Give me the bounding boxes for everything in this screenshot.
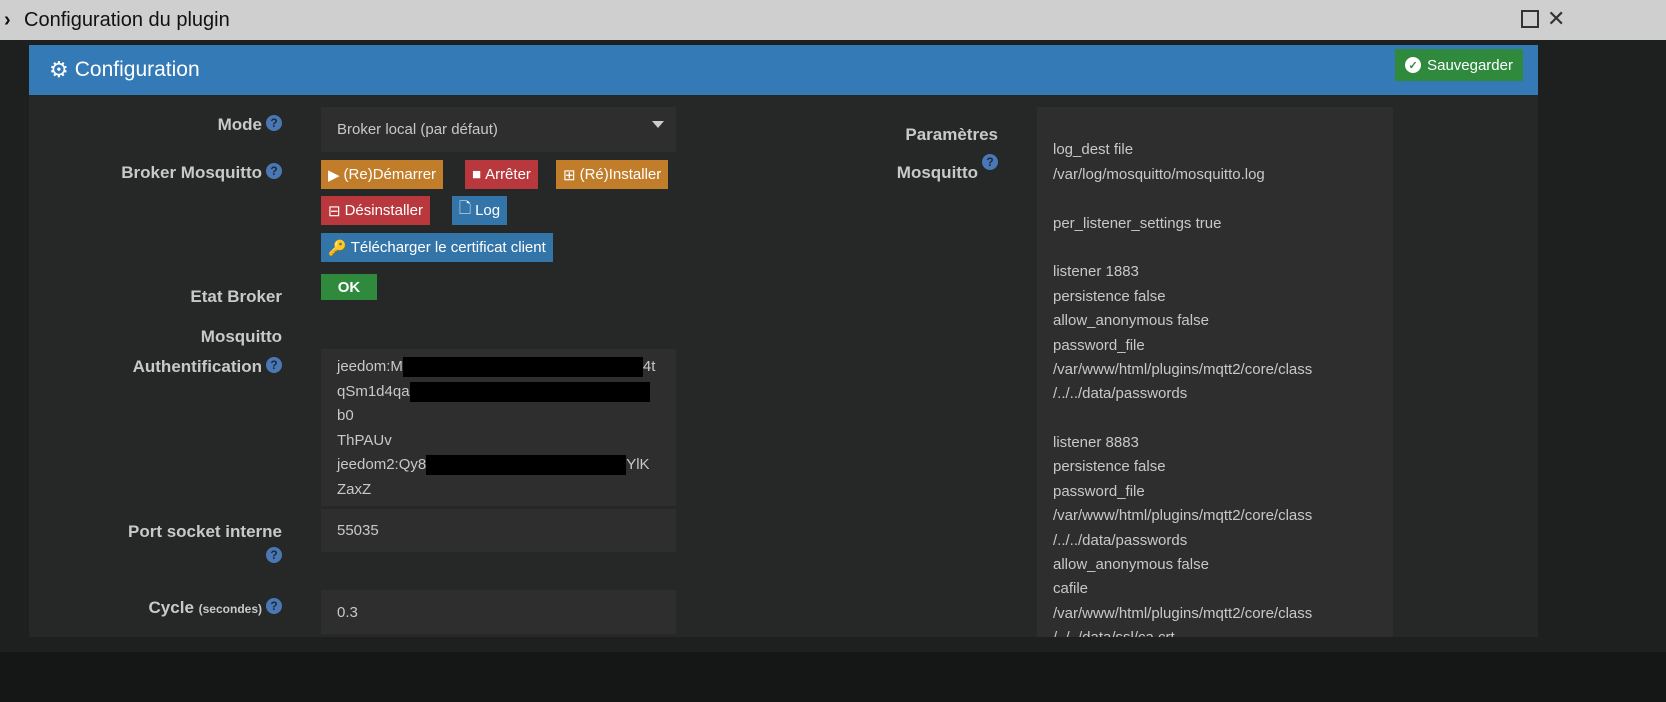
save-button[interactable]: ✓ Sauvegarder [1395, 49, 1523, 81]
stop-label: Arrêter [485, 166, 531, 183]
log-button[interactable]: 🗋 Log [452, 196, 508, 225]
port-input[interactable]: 55035 [321, 509, 676, 552]
param-line: /var/www/html/plugins/mqtt2/core/class [1053, 507, 1313, 525]
label-text: Etat Broker [190, 287, 282, 306]
param-line: /../../data/passwords [1053, 385, 1188, 403]
redaction [402, 357, 643, 378]
save-label: Sauvegarder [1427, 56, 1513, 74]
help-icon[interactable]: ? [266, 357, 282, 373]
auth-text: ThPAUv [337, 431, 392, 449]
auth-text: YlK [626, 456, 650, 473]
auth-text: qSm1d4qa [337, 382, 410, 400]
cert-label: Télécharger le certificat client [350, 239, 546, 256]
param-line: persistence false [1053, 287, 1166, 305]
label-text: Authentification [132, 357, 262, 376]
port-label: Port socket interne? [80, 517, 282, 577]
param-line: listener 1883 [1053, 263, 1139, 281]
param-line: allow_anonymous false [1053, 556, 1209, 574]
params-label: Paramètres Mosquitto? [840, 116, 998, 192]
help-icon[interactable]: ? [266, 115, 282, 131]
label-text: Broker Mosquitto [121, 163, 262, 182]
cycle-label: Cycle (secondes)? [80, 598, 282, 618]
label-text: Mode [217, 115, 262, 134]
param-line [1053, 236, 1377, 260]
auth-text: jeedom2:Qy8 [337, 456, 427, 473]
auth-textarea[interactable]: jeedom:M 4t qSm1d4qa b0 ThPAUv jeedom2:Qy8… [321, 349, 676, 506]
panel-header: ⚙ Configuration ✓ Sauvegarder [29, 45, 1538, 95]
play-icon: ▶ [328, 166, 340, 184]
param-line: persistence false [1053, 458, 1166, 476]
param-line: allow_anonymous false [1053, 312, 1209, 330]
label-unit: (secondes) [198, 602, 262, 616]
param-line: /var/www/html/plugins/mqtt2/core/class [1053, 360, 1313, 378]
uninstall-button[interactable]: ⊟ Désinstaller [321, 196, 430, 225]
etat-label: Etat Broker Mosquitto [100, 277, 282, 357]
restart-button[interactable]: ▶ (Re)Démarrer [321, 160, 444, 189]
redaction [409, 381, 650, 402]
label-text: Mosquitto [896, 163, 978, 182]
label-text: Cycle [148, 598, 194, 617]
restart-label: (Re)Démarrer [343, 166, 437, 183]
mode-value: Broker local (par défaut) [337, 121, 498, 138]
plus-square-icon: ⊞ [563, 166, 576, 184]
chevron-right-icon[interactable]: › [4, 9, 24, 32]
label-text: Paramètres [905, 125, 998, 144]
param-line [1053, 407, 1377, 431]
cycle-input[interactable]: 0.3 [321, 590, 676, 634]
auth-text: 4t [642, 358, 656, 375]
uninstall-label: Désinstaller [344, 202, 423, 219]
param-line [1053, 187, 1377, 211]
dropdown-arrow-icon [652, 121, 664, 134]
auth-label: Authentification? [80, 357, 282, 377]
log-label: Log [475, 202, 501, 219]
param-line: /../../data/passwords [1053, 531, 1188, 549]
help-icon[interactable]: ? [982, 154, 998, 170]
param-line: log_dest file [1053, 141, 1134, 159]
param-line: per_listener_settings true [1053, 214, 1222, 232]
param-line: cafile [1053, 580, 1089, 598]
cycle-value: 0.3 [337, 603, 358, 621]
port-value: 55035 [337, 522, 379, 539]
stop-button[interactable]: ■ Arrêter [465, 160, 538, 189]
help-icon[interactable]: ? [266, 598, 282, 614]
mode-label: Mode? [120, 115, 282, 135]
param-line: /../../data/ssl/ca.crt [1053, 626, 1377, 637]
window-title: Configuration du plugin [24, 8, 230, 31]
window-titlebar: › Configuration du plugin ✕ [0, 0, 1666, 40]
status-badge: OK [321, 274, 377, 300]
download-cert-button[interactable]: 🔑 Télécharger le certificat client [321, 233, 553, 262]
panel-title: Configuration [74, 58, 200, 81]
broker-label: Broker Mosquitto? [60, 163, 282, 183]
mode-select[interactable]: Broker local (par défaut) [321, 107, 676, 152]
redaction [426, 455, 627, 476]
mosquitto-params-textarea[interactable]: log_dest file/var/log/mosquitto/mosquitt… [1037, 107, 1393, 637]
gears-icon: ⚙ [49, 57, 69, 82]
close-icon[interactable]: ✕ [1547, 6, 1565, 32]
maximize-icon[interactable] [1521, 10, 1539, 28]
bottom-bar [0, 652, 1666, 702]
help-icon[interactable]: ? [266, 163, 282, 179]
label-text: Mosquitto [200, 327, 282, 346]
minus-square-icon: ⊟ [328, 202, 341, 220]
help-icon[interactable]: ? [266, 547, 282, 563]
file-icon: 🗋 [459, 200, 472, 217]
install-button[interactable]: ⊞ (Ré)Installer [556, 160, 669, 189]
param-line: /var/log/mosquitto/mosquitto.log [1053, 165, 1265, 183]
install-label: (Ré)Installer [579, 166, 662, 183]
param-line [1053, 114, 1377, 138]
param-line: password_file [1053, 336, 1145, 354]
param-line: password_file [1053, 482, 1145, 500]
auth-text: ZaxZ [337, 480, 372, 498]
auth-text: jeedom:M [337, 358, 403, 375]
auth-text: b0 [337, 407, 354, 424]
key-icon: 🔑 [328, 239, 347, 257]
stop-icon: ■ [472, 166, 482, 183]
param-line: /var/www/html/plugins/mqtt2/core/class [1053, 604, 1313, 622]
param-line: listener 8883 [1053, 434, 1139, 452]
check-circle-icon: ✓ [1405, 57, 1422, 73]
label-text: Port socket interne [128, 522, 282, 541]
